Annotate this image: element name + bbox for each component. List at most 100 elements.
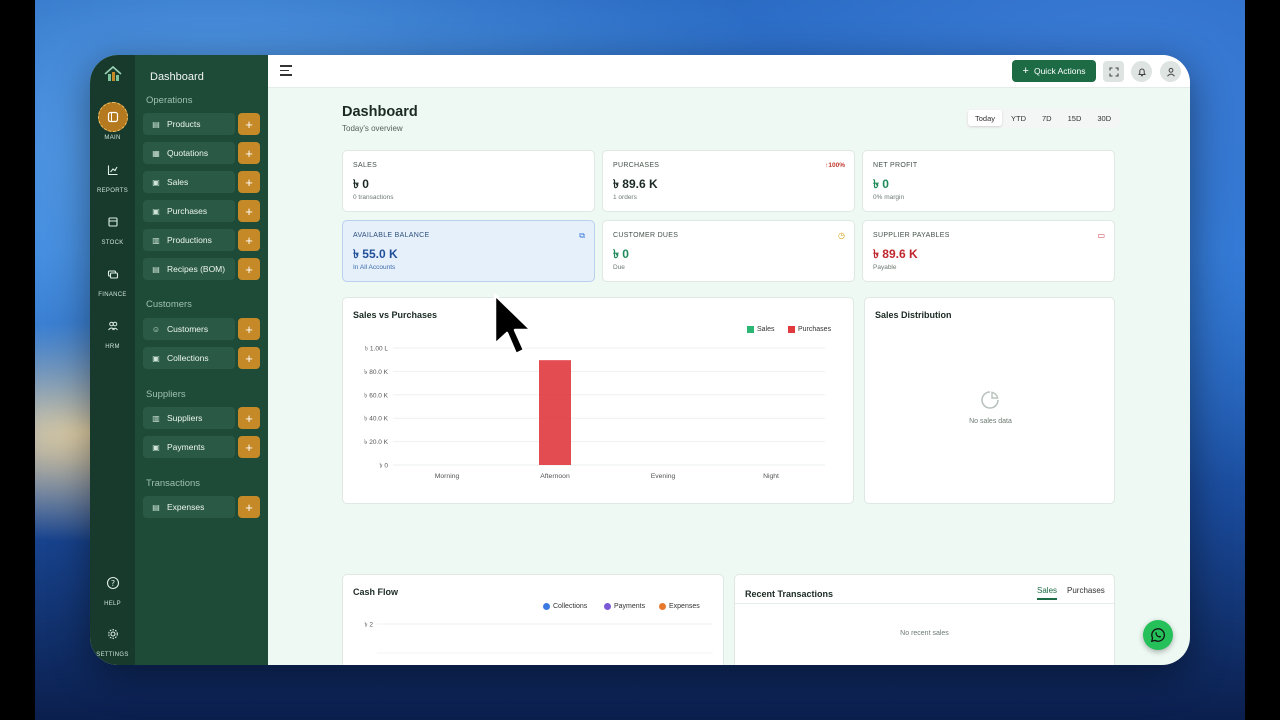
- copy-icon: ⧉: [579, 231, 585, 240]
- legend-expenses[interactable]: Expenses: [659, 603, 700, 610]
- sidebar-item-label: Quotations: [167, 148, 209, 158]
- rail-label: HELP: [104, 601, 121, 607]
- sidebar-item-sales: ▣ Sales +: [143, 171, 260, 193]
- legend-swatch: [747, 326, 754, 333]
- y-tick-label: ৳ 0: [379, 462, 388, 470]
- rail-item-main[interactable]: MAIN: [90, 102, 135, 141]
- period-today[interactable]: Today: [968, 110, 1003, 126]
- whatsapp-button[interactable]: [1143, 620, 1173, 650]
- pie-chart-icon: [981, 391, 999, 409]
- sidebar-item-quotations: ▦ Quotations +: [143, 142, 260, 164]
- rail-item-finance[interactable]: FINANCE: [90, 259, 135, 298]
- sidebar-item-label: Expenses: [167, 502, 205, 512]
- available-balance-stat-card[interactable]: AVAILABLE BALANCE ⧉ ৳ 55.0 K In All Acco…: [342, 220, 595, 282]
- cash-flow-panel: Cash Flow Collections Payments Expenses …: [342, 574, 724, 665]
- sidebar-link-recipes[interactable]: ▤ Recipes (BOM): [143, 258, 235, 280]
- section-operations: Operations: [146, 95, 193, 106]
- add-product-button[interactable]: +: [238, 113, 260, 135]
- period-ytd[interactable]: YTD: [1004, 110, 1033, 126]
- sidebar-item-payments: ▣ Payments +: [143, 436, 260, 458]
- help-icon: ?: [98, 568, 128, 598]
- rail-label: STOCK: [101, 240, 124, 246]
- sidebar-link-expenses[interactable]: ▤ Expenses: [143, 496, 235, 518]
- add-production-button[interactable]: +: [238, 229, 260, 251]
- stat-label: PURCHASES: [613, 162, 660, 169]
- legend-label: Purchases: [798, 326, 832, 333]
- sidebar-item-collections: ▣ Collections +: [143, 347, 260, 369]
- section-customers: Customers: [146, 299, 192, 310]
- tab-purchases[interactable]: Purchases: [1067, 586, 1105, 595]
- stat-note: 0 transactions: [353, 194, 394, 201]
- tab-sales[interactable]: Sales: [1037, 586, 1058, 600]
- rail-item-settings[interactable]: SETTINGS: [90, 619, 135, 658]
- rail-item-help[interactable]: ? HELP: [90, 568, 135, 607]
- sales-distribution-panel: Sales Distribution No sales data: [864, 297, 1115, 504]
- customer-dues-stat-card[interactable]: CUSTOMER DUES ◷ ৳ 0 Due: [602, 220, 855, 282]
- sidebar-link-quotations[interactable]: ▦ Quotations: [143, 142, 235, 164]
- sidebar: Dashboard Operations ▤ Products + ▦ Quotat…: [135, 55, 268, 665]
- y-tick-label: ৳ 2: [364, 621, 373, 629]
- stat-label: AVAILABLE BALANCE: [353, 232, 430, 239]
- recipe-icon: ▤: [152, 264, 160, 274]
- period-15d[interactable]: 15D: [1061, 110, 1089, 126]
- menu-toggle-button[interactable]: [280, 65, 294, 77]
- add-expense-button[interactable]: +: [238, 496, 260, 518]
- notifications-button[interactable]: [1131, 61, 1152, 82]
- stat-value: ৳ 0: [873, 177, 889, 191]
- sidebar-link-sales[interactable]: ▣ Sales: [143, 171, 235, 193]
- factory-icon: ▥: [152, 235, 160, 245]
- sidebar-link-collections[interactable]: ▣ Collections: [143, 347, 235, 369]
- add-purchase-button[interactable]: +: [238, 200, 260, 222]
- period-30d[interactable]: 30D: [1090, 110, 1118, 126]
- add-collection-button[interactable]: +: [238, 347, 260, 369]
- add-sale-button[interactable]: +: [238, 171, 260, 193]
- rail-label: FINANCE: [98, 292, 127, 298]
- add-recipe-button[interactable]: +: [238, 258, 260, 280]
- stat-label: SUPPLIER PAYABLES: [873, 232, 950, 239]
- x-tick-label: Night: [763, 473, 779, 480]
- sales-stat-card[interactable]: SALES ৳ 0 0 transactions: [342, 150, 595, 212]
- legend-purchases[interactable]: Purchases: [788, 326, 831, 333]
- add-customer-button[interactable]: +: [238, 318, 260, 340]
- sidebar-link-suppliers[interactable]: ▥ Suppliers: [143, 407, 235, 429]
- profile-button[interactable]: [1160, 61, 1181, 82]
- plus-icon: +: [1022, 65, 1029, 77]
- section-suppliers: Suppliers: [146, 389, 186, 400]
- add-quotation-button[interactable]: +: [238, 142, 260, 164]
- chart-icon: [98, 155, 128, 185]
- stat-label: NET PROFIT: [873, 162, 918, 169]
- sidebar-item-label: Sales: [167, 177, 189, 187]
- supplier-payables-stat-card[interactable]: SUPPLIER PAYABLES ▭ ৳ 89.6 K Payable: [862, 220, 1115, 282]
- fullscreen-button[interactable]: [1103, 61, 1124, 82]
- rail-label: SETTINGS: [96, 652, 129, 658]
- net-profit-stat-card[interactable]: NET PROFIT ৳ 0 0% margin: [862, 150, 1115, 212]
- add-payment-button[interactable]: +: [238, 436, 260, 458]
- x-tick-label: Morning: [435, 473, 460, 480]
- sales-vs-purchases-panel: Sales vs Purchases Sales Purchases ৳ 1.0…: [342, 297, 854, 504]
- period-7d[interactable]: 7D: [1035, 110, 1059, 126]
- sidebar-link-products[interactable]: ▤ Products: [143, 113, 235, 135]
- x-tick-label: Afternoon: [540, 473, 570, 480]
- stat-value: ৳ 0: [613, 247, 629, 261]
- legend-payments[interactable]: Payments: [604, 603, 645, 610]
- y-tick-label: ৳ 1.00 L: [365, 345, 389, 353]
- add-supplier-button[interactable]: +: [238, 407, 260, 429]
- rail-item-reports[interactable]: REPORTS: [90, 155, 135, 194]
- card-icon: ▭: [1097, 231, 1105, 240]
- sidebar-link-customers[interactable]: ☺ Customers: [143, 318, 235, 340]
- user-icon: [1166, 67, 1175, 77]
- sidebar-item-suppliers: ▥ Suppliers +: [143, 407, 260, 429]
- quick-actions-button[interactable]: + Quick Actions: [1012, 60, 1096, 82]
- sidebar-link-productions[interactable]: ▥ Productions: [143, 229, 235, 251]
- purchases-stat-card[interactable]: PURCHASES ↑100% ৳ 89.6 K 1 orders: [602, 150, 855, 212]
- sidebar-link-purchases[interactable]: ▣ Purchases: [143, 200, 235, 222]
- sidebar-item-label: Recipes (BOM): [167, 264, 226, 274]
- rail-item-stock[interactable]: STOCK: [90, 207, 135, 246]
- legend-sales[interactable]: Sales: [747, 326, 775, 333]
- sidebar-link-payments[interactable]: ▣ Payments: [143, 436, 235, 458]
- rail-item-hrm[interactable]: HRM: [90, 311, 135, 350]
- box-icon: [98, 207, 128, 237]
- legend-collections[interactable]: Collections: [543, 603, 587, 610]
- section-transactions: Transactions: [146, 478, 201, 489]
- document-icon: ▦: [152, 148, 160, 158]
